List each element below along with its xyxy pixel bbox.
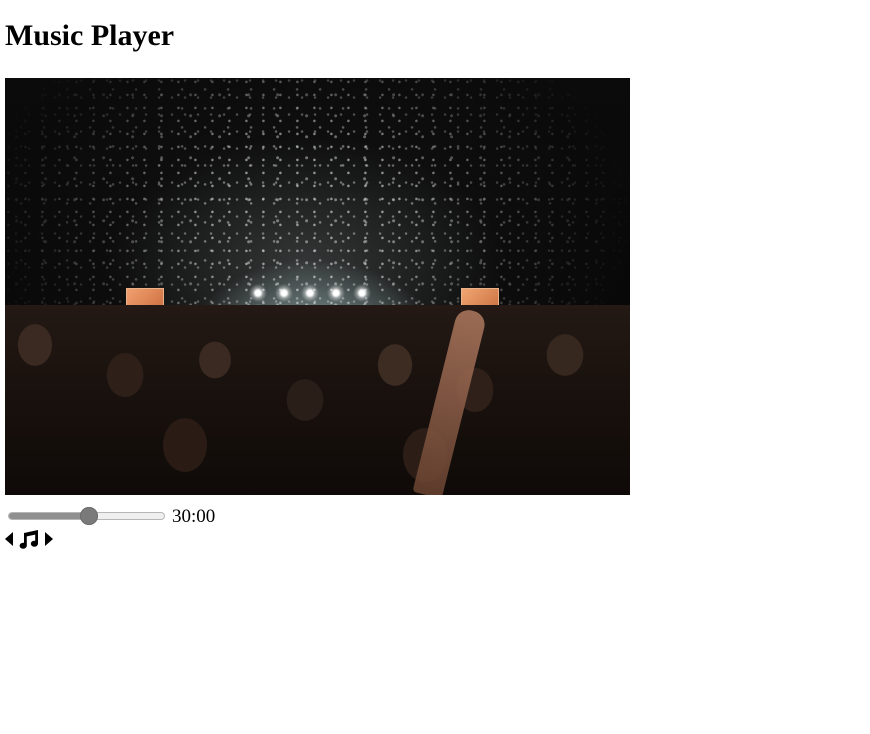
music-note-icon xyxy=(19,530,39,549)
player-controls xyxy=(5,528,53,550)
previous-button[interactable] xyxy=(5,532,14,546)
seek-thumb[interactable] xyxy=(80,507,99,525)
crowd xyxy=(5,305,630,495)
caret-right-icon xyxy=(45,532,53,546)
progress-row: 30:00 xyxy=(5,503,215,529)
page-title: Music Player xyxy=(5,19,175,52)
seek-fill xyxy=(9,513,90,519)
time-display: 30:00 xyxy=(172,506,216,527)
music-player-page: Music Player 30:00 xyxy=(0,0,870,734)
music-button[interactable] xyxy=(17,529,41,549)
next-button[interactable] xyxy=(44,532,53,546)
concert-crowd-image xyxy=(5,78,630,495)
seek-slider[interactable] xyxy=(5,506,168,526)
caret-left-icon xyxy=(5,532,13,546)
